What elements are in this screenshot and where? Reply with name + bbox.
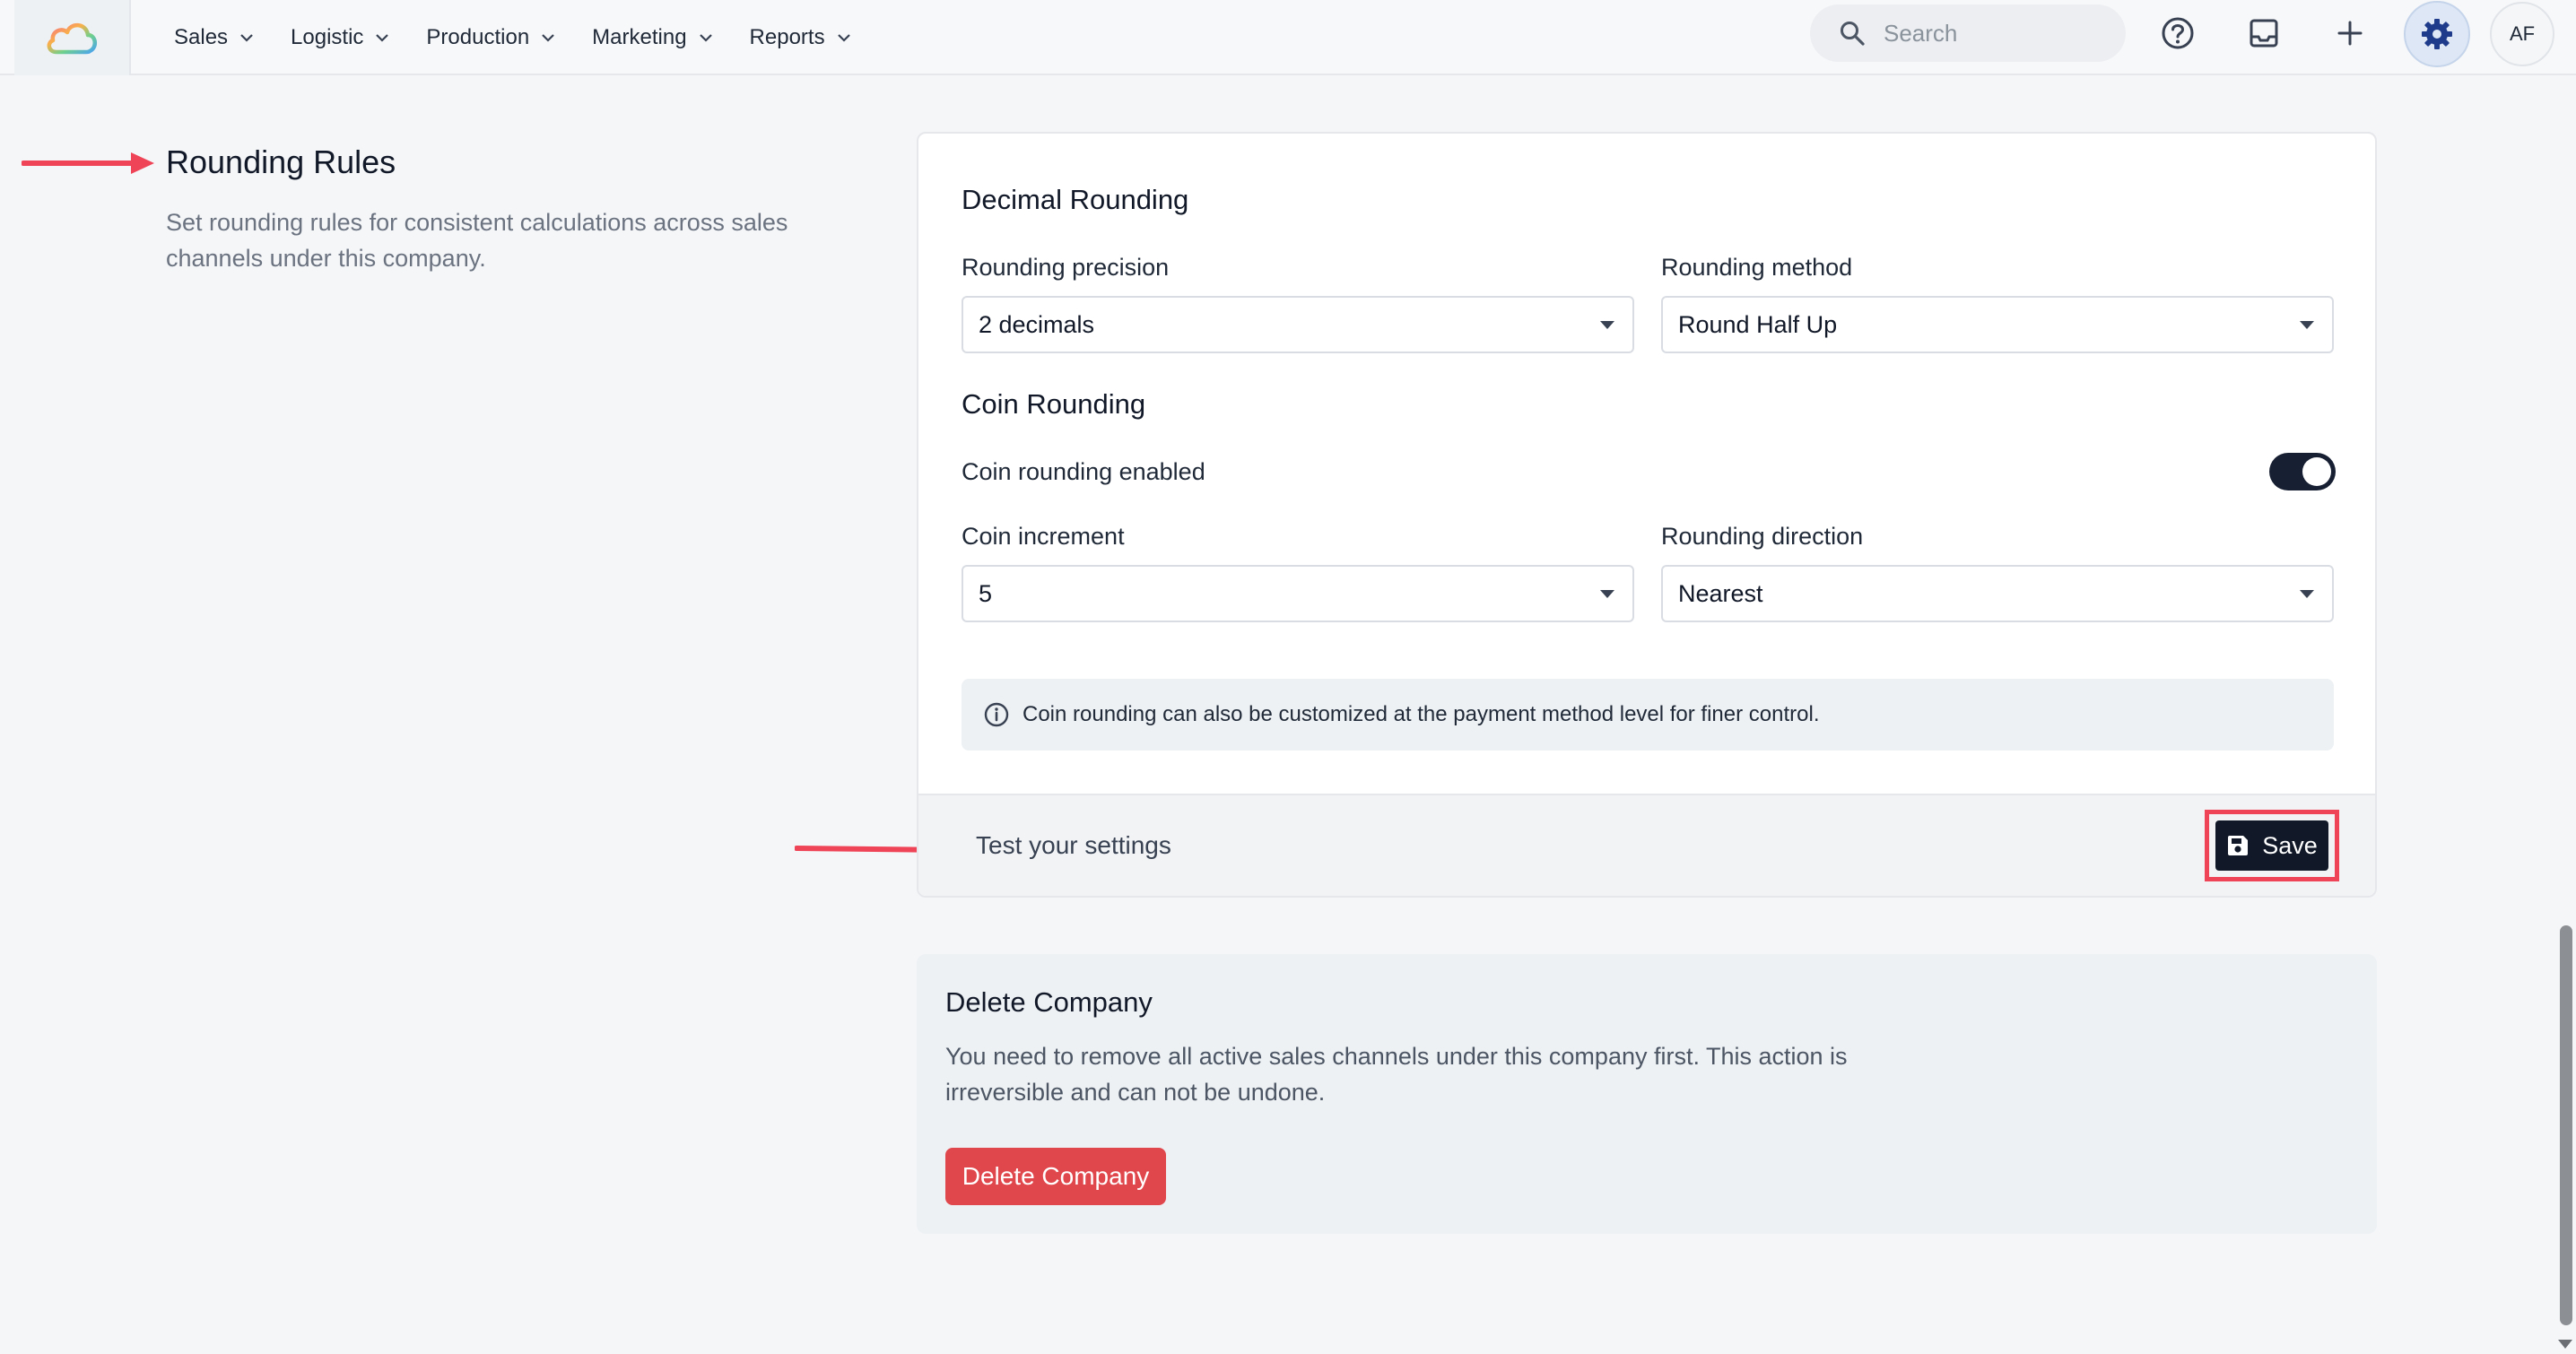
help-icon — [2162, 17, 2194, 49]
rounding-settings-card: Decimal Rounding Rounding precision 2 de… — [917, 132, 2377, 898]
delete-company-section: Delete Company You need to remove all ac… — [917, 954, 2377, 1234]
save-highlight: Save — [2205, 810, 2339, 881]
nav-reports-label: Reports — [749, 25, 825, 49]
section-title: Rounding Rules — [166, 143, 396, 180]
rounding-precision-select[interactable]: 2 decimals — [962, 296, 1634, 353]
section-description: Set rounding rules for consistent calcul… — [166, 209, 788, 272]
home-logo-button[interactable] — [14, 0, 131, 75]
coin-increment-select[interactable]: 5 — [962, 565, 1634, 622]
coin-rounding-enabled-label: Coin rounding enabled — [962, 458, 1205, 485]
search-input[interactable] — [1882, 18, 2101, 48]
caret-down-icon — [2300, 589, 2314, 598]
search-box[interactable] — [1810, 4, 2126, 62]
info-text: Coin rounding can also be customized at … — [1023, 702, 1820, 726]
test-settings-text: Test your settings — [976, 831, 1171, 859]
coin-rounding-heading: Coin Rounding — [962, 388, 1146, 420]
save-icon — [2228, 836, 2249, 855]
info-icon — [984, 702, 1009, 727]
rounding-method-value: Round Half Up — [1678, 310, 1838, 338]
nav-logistic-label: Logistic — [291, 25, 364, 49]
nav-sales[interactable]: Sales — [174, 25, 253, 50]
gear-icon — [2422, 19, 2452, 49]
rounding-method-label: Rounding method — [1661, 254, 1853, 281]
nav-sales-label: Sales — [174, 25, 229, 49]
scrollbar-thumb[interactable] — [2560, 925, 2572, 1325]
scroll-down-arrow-icon[interactable] — [2558, 1340, 2572, 1349]
nav-production-label: Production — [426, 25, 530, 49]
annotation-arrow — [22, 152, 154, 174]
rounding-method-select[interactable]: Round Half Up — [1661, 296, 2334, 353]
decimal-rounding-heading: Decimal Rounding — [962, 184, 1189, 215]
help-button[interactable] — [2153, 8, 2203, 58]
cloud-logo-icon — [47, 22, 97, 55]
toggle-knob — [2302, 457, 2331, 486]
main-nav: Sales Logistic Production Marketing Repo… — [174, 0, 888, 75]
delete-company-heading: Delete Company — [945, 986, 1153, 1018]
delete-company-button[interactable]: Delete Company — [945, 1148, 1166, 1205]
save-button[interactable]: Save — [2215, 820, 2328, 871]
coin-rounding-toggle[interactable] — [2269, 453, 2336, 490]
card-body: Decimal Rounding Rounding precision 2 de… — [918, 134, 2375, 794]
rounding-precision-value: 2 decimals — [979, 310, 1095, 338]
rounding-direction-select[interactable]: Nearest — [1661, 565, 2334, 622]
chevron-down-icon — [542, 33, 554, 42]
caret-down-icon — [2300, 320, 2314, 329]
inbox-button[interactable] — [2239, 8, 2289, 58]
save-label: Save — [2262, 831, 2318, 859]
plus-icon — [2337, 21, 2363, 46]
settings-button[interactable] — [2404, 1, 2470, 67]
rounding-precision-label: Rounding precision — [962, 254, 1170, 281]
create-button[interactable] — [2325, 8, 2375, 58]
rounding-direction-value: Nearest — [1678, 579, 1763, 607]
card-footer: Test your settings Save — [918, 794, 2375, 896]
nav-logistic[interactable]: Logistic — [291, 25, 389, 50]
caret-down-icon — [1600, 320, 1614, 329]
chevron-down-icon — [376, 33, 389, 42]
nav-production[interactable]: Production — [426, 25, 554, 50]
top-navigation-bar: Sales Logistic Production Marketing Repo… — [0, 0, 2576, 75]
delete-company-description: You need to remove all active sales chan… — [945, 1043, 1848, 1106]
page-scrollbar[interactable] — [2554, 75, 2576, 1354]
chevron-down-icon — [837, 33, 850, 42]
caret-down-icon — [1600, 589, 1614, 598]
info-callout: Coin rounding can also be customized at … — [962, 679, 2334, 751]
user-avatar[interactable]: AF — [2490, 2, 2554, 66]
inbox-icon — [2250, 19, 2278, 48]
chevron-down-icon — [240, 33, 253, 42]
nav-marketing-label: Marketing — [592, 25, 687, 49]
nav-reports[interactable]: Reports — [750, 25, 850, 50]
coin-increment-label: Coin increment — [962, 523, 1125, 550]
rounding-direction-label: Rounding direction — [1661, 523, 1864, 550]
chevron-down-icon — [699, 33, 712, 42]
nav-marketing[interactable]: Marketing — [592, 25, 712, 50]
coin-increment-value: 5 — [979, 579, 993, 607]
search-icon — [1841, 22, 1865, 46]
